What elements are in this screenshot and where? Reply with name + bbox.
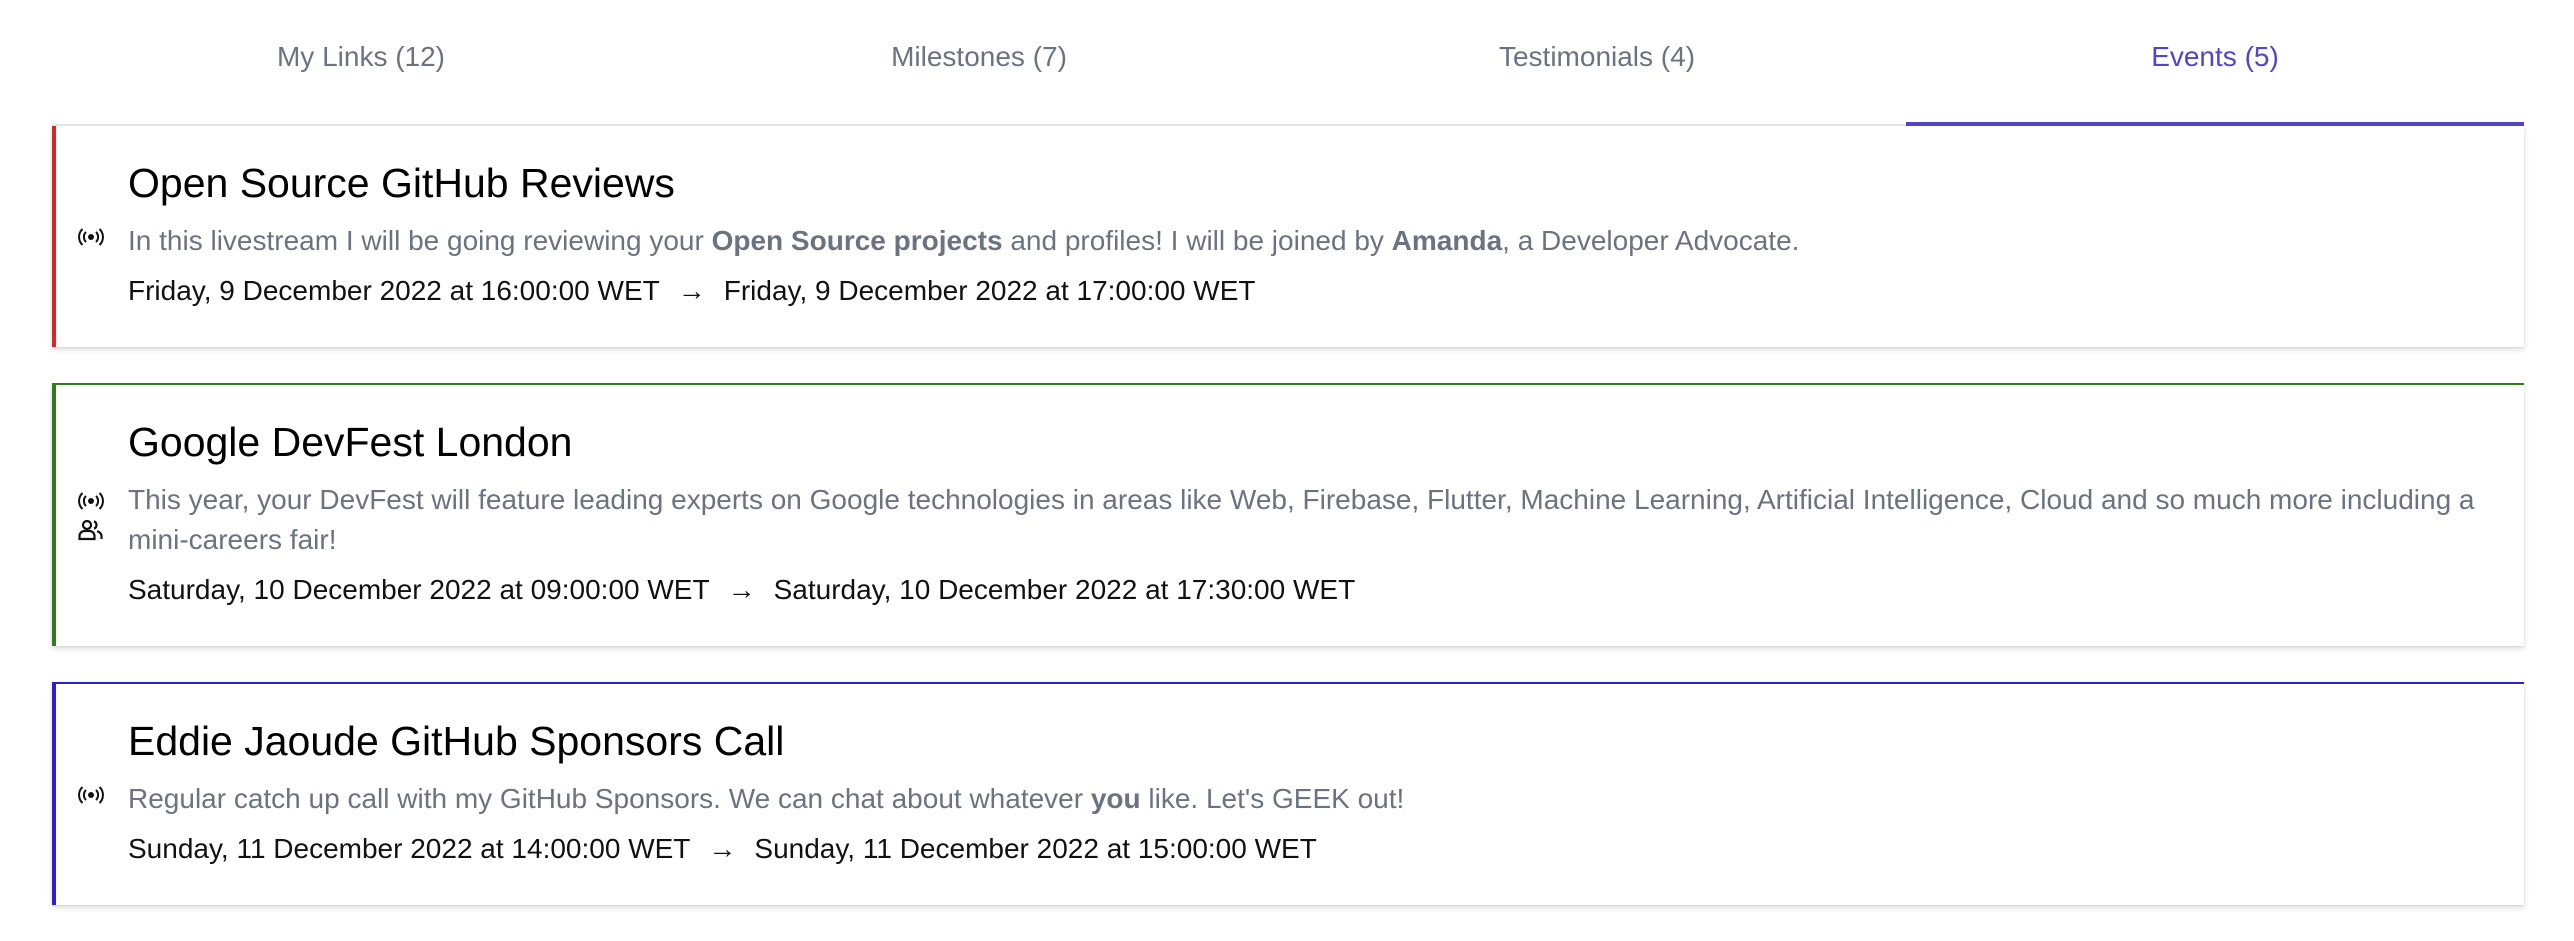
event-start: Sunday, 11 December 2022 at 14:00:00 WET xyxy=(128,833,691,865)
broadcast-icon xyxy=(78,491,104,511)
event-end: Sunday, 11 December 2022 at 15:00:00 WET xyxy=(754,833,1317,865)
broadcast-icon xyxy=(78,785,104,805)
broadcast-icon xyxy=(78,227,104,247)
tab-testimonials[interactable]: Testimonials (4) xyxy=(1288,0,1906,124)
event-type-icons xyxy=(76,684,106,905)
event-type-icons xyxy=(76,385,106,646)
tab-bar: My Links (12) Milestones (7) Testimonial… xyxy=(52,0,2524,126)
event-description: In this livestream I will be going revie… xyxy=(128,225,1800,257)
event-dates: Saturday, 10 December 2022 at 09:00:00 W… xyxy=(128,570,2484,610)
event-card: Open Source GitHub Reviews In this lives… xyxy=(52,126,2524,348)
event-description: Regular catch up call with my GitHub Spo… xyxy=(128,783,1405,815)
event-start: Saturday, 10 December 2022 at 09:00:00 W… xyxy=(128,574,710,606)
arrow-right-icon: → xyxy=(727,574,756,606)
event-type-icons xyxy=(76,126,106,347)
arrow-right-icon: → xyxy=(708,833,737,865)
event-dates: Friday, 9 December 2022 at 16:00:00 WET →… xyxy=(128,271,2484,311)
event-title: Open Source GitHub Reviews xyxy=(128,160,675,206)
event-title: Eddie Jaoude GitHub Sponsors Call xyxy=(128,718,785,765)
event-end: Friday, 9 December 2022 at 17:00:00 WET xyxy=(723,275,1256,307)
events-list: Open Source GitHub Reviews In this lives… xyxy=(52,126,2524,906)
profile-tabs-panel: My Links (12) Milestones (7) Testimonial… xyxy=(52,0,2524,941)
tab-events[interactable]: Events (5) xyxy=(1906,0,2524,126)
tab-my-links[interactable]: My Links (12) xyxy=(52,0,670,124)
event-description: This year, your DevFest will feature lea… xyxy=(128,484,2475,556)
people-icon xyxy=(78,519,104,541)
tab-milestones[interactable]: Milestones (7) xyxy=(670,0,1288,124)
event-card: Google DevFest London This year, your De… xyxy=(52,383,2524,647)
arrow-right-icon: → xyxy=(677,275,706,307)
event-title: Google DevFest London xyxy=(128,419,573,466)
event-dates: Sunday, 11 December 2022 at 14:00:00 WET… xyxy=(128,829,2484,869)
event-end: Saturday, 10 December 2022 at 17:30:00 W… xyxy=(773,574,1356,606)
event-start: Friday, 9 December 2022 at 16:00:00 WET xyxy=(128,275,660,307)
event-card: Eddie Jaoude GitHub Sponsors Call Regula… xyxy=(52,682,2524,906)
